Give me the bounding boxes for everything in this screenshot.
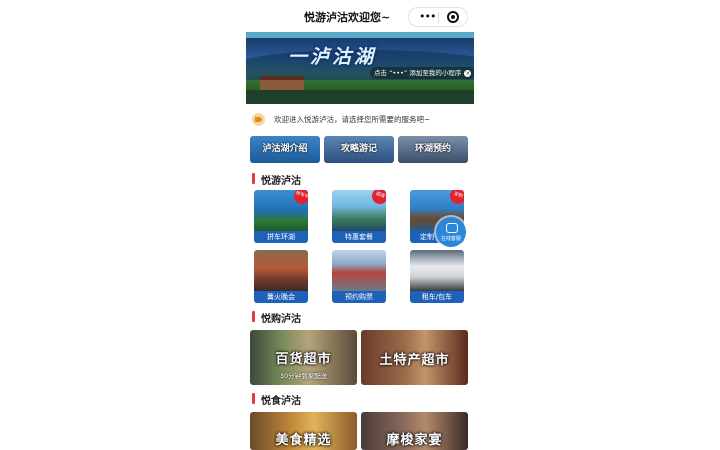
- capsule-divider: [438, 12, 439, 23]
- tile-label: 预约购票: [332, 291, 386, 303]
- online-service-button[interactable]: 在线客服: [436, 217, 466, 247]
- add-to-my-miniprogram-tip[interactable]: 点击 “•••” 添加至我的小程序 ×: [370, 67, 474, 79]
- close-miniprogram-icon[interactable]: [447, 11, 459, 23]
- banner-title: 土特产超市: [379, 353, 450, 368]
- notice-bar: 欢迎进入悦游泸沽，请选择您所需要的服务吧~: [246, 108, 474, 130]
- ticket-office-image: [332, 250, 386, 291]
- speaker-icon: [252, 113, 265, 126]
- section-accent-bar: [252, 311, 255, 322]
- mosuo-banquet-banner[interactable]: 摩梭家宴: [361, 412, 468, 450]
- tab-lugu-lake-intro[interactable]: 泸沽湖介绍: [250, 136, 320, 163]
- bonfire-image: [254, 250, 308, 291]
- tile-label: 拼车环湖: [254, 231, 308, 243]
- banner-title: 百货超市: [275, 352, 332, 367]
- banner-sky: [246, 32, 474, 38]
- hero-banner[interactable]: 一泸沽湖 点击 “•••” 添加至我的小程序 ×: [246, 32, 474, 104]
- tile-carpool-tour[interactable]: 拼车中 拼车环湖: [254, 190, 308, 243]
- banner-title: 美食精选: [275, 433, 332, 448]
- quick-tabs: 泸沽湖介绍 攻略游记 环湖预约: [250, 136, 472, 163]
- banner-headline: 一泸沽湖: [288, 46, 377, 68]
- department-store-banner[interactable]: 百货超市 30分钟到家配送: [250, 330, 357, 385]
- close-icon[interactable]: ×: [464, 70, 472, 77]
- section-accent-bar: [252, 393, 255, 404]
- tile-label: 租车/包车: [410, 291, 464, 303]
- tab-travel-guides[interactable]: 攻略游记: [324, 136, 394, 163]
- more-icon[interactable]: •••: [419, 10, 436, 23]
- local-specialty-banner[interactable]: 土特产超市: [361, 330, 468, 385]
- tile-label: 篝火晚会: [254, 291, 308, 303]
- section-title: 悦食泸沽: [261, 396, 301, 407]
- section-accent-bar: [252, 173, 255, 184]
- chat-icon: [446, 223, 458, 233]
- tile-label: 特惠套餐: [332, 231, 386, 243]
- banner-subtitle: 30分钟到家配送: [279, 372, 328, 380]
- section-title: 悦游泸沽: [261, 176, 301, 187]
- tile-car-rental[interactable]: 租车/包车: [410, 250, 464, 303]
- tip-text: 点击 “•••” 添加至我的小程序: [374, 69, 462, 77]
- page-title: 悦游泸沽欢迎您~: [304, 11, 391, 24]
- banner-lake: [246, 90, 474, 104]
- food-selection-banner[interactable]: 美食精选: [250, 412, 357, 450]
- tile-ticket-booking[interactable]: 预约购票: [332, 250, 386, 303]
- tile-special-package[interactable]: 超值 特惠套餐: [332, 190, 386, 243]
- online-service-label: 在线客服: [440, 236, 461, 242]
- banner-title: 摩梭家宴: [386, 433, 443, 448]
- notice-text: 欢迎进入悦游泸沽，请选择您所需要的服务吧~: [274, 115, 431, 124]
- suv-image: [410, 250, 464, 291]
- mini-program-screen: 悦游泸沽欢迎您~ ••• 一泸沽湖 点击 “•••” 添加至我的小程序 × 欢迎进…: [246, 0, 474, 450]
- tile-bonfire-party[interactable]: 篝火晚会: [254, 250, 308, 303]
- navigation-bar: 悦游泸沽欢迎您~ •••: [246, 0, 474, 32]
- capsule-menu: •••: [408, 7, 468, 27]
- section-title: 悦购泸沽: [261, 314, 301, 325]
- tab-lake-tour-booking[interactable]: 环湖预约: [398, 136, 468, 163]
